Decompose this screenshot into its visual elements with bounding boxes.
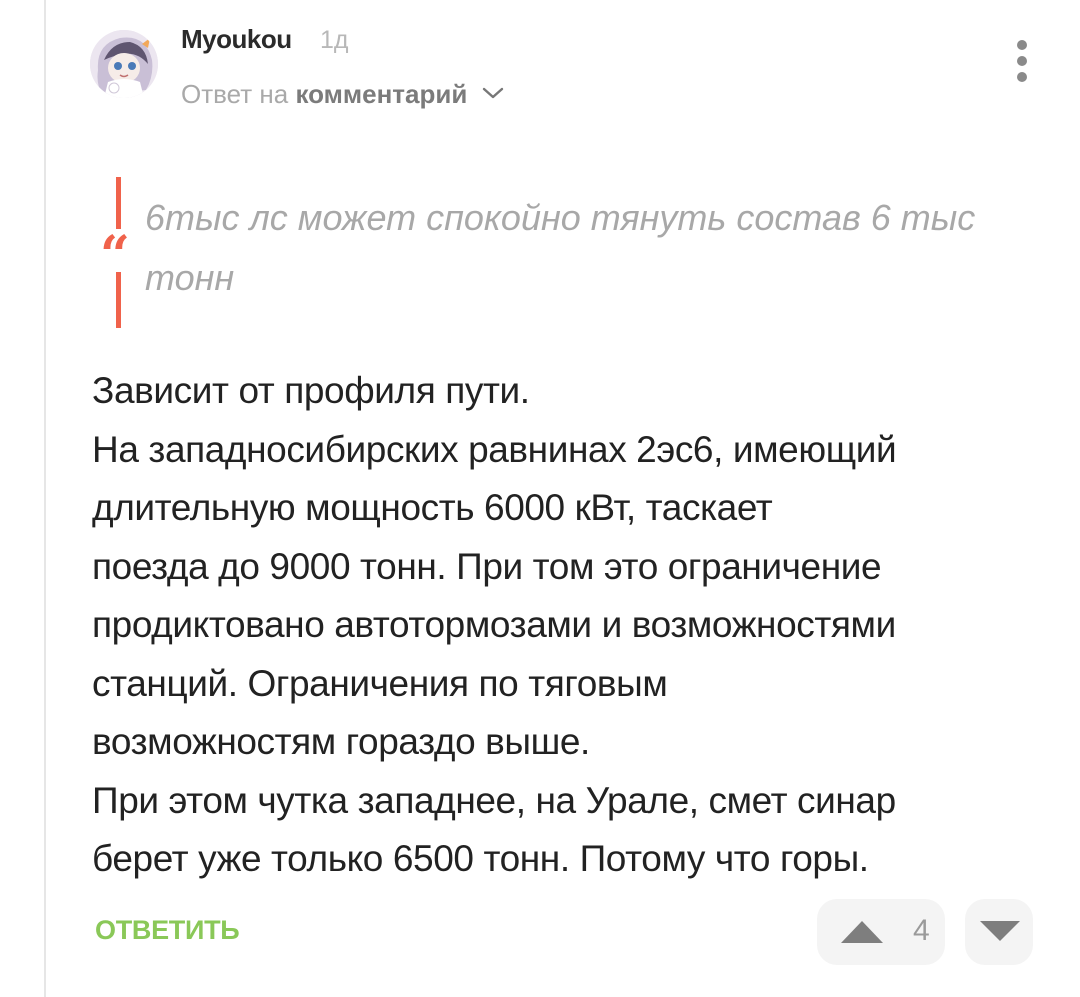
quote-bar (116, 177, 121, 229)
body-line: продиктовано автотормозами и возможностя… (92, 604, 896, 645)
body-line: поезда до 9000 тонн. При том это огранич… (92, 545, 882, 587)
avatar-image (90, 30, 158, 98)
rating-count: 4 (913, 914, 930, 947)
body-line: длительную мощность 6000 кВт, таскает (92, 487, 773, 528)
author-name[interactable]: Myoukou (181, 24, 292, 55)
menu-dot (1017, 72, 1027, 82)
body-line: станций. Ограничения по тяговым (92, 662, 668, 704)
quote-bar (116, 272, 121, 328)
avatar[interactable] (90, 30, 158, 98)
body-line: возможностям гораздо выше. (92, 721, 590, 762)
menu-dot (1017, 40, 1027, 50)
comment-body: Зависит от профиля пути. На западносибир… (92, 362, 1052, 889)
chevron-down-icon[interactable] (481, 85, 505, 101)
reply-to-prefix: Ответ на (181, 79, 296, 109)
menu-dot (1017, 56, 1027, 66)
more-menu-button[interactable] (1008, 40, 1036, 84)
body-line: берет уже только 6500 тонн. Потому что г… (92, 838, 869, 879)
thread-line (44, 0, 46, 997)
reply-to-line: Ответ на комментарий (181, 79, 505, 110)
downvote-button[interactable] (965, 899, 1033, 965)
body-line: Зависит от профиля пути. (92, 370, 530, 411)
triangle-down-icon (980, 921, 1020, 941)
reply-to-link[interactable]: комментарий (295, 79, 467, 109)
body-line: На западносибирских равнинах 2эс6, имеющ… (92, 428, 897, 470)
body-line: При этом чутка западнее, на Урале, смет … (92, 779, 896, 821)
quoted-text: 6тыс лс может спокойно тянуть состав 6 т… (145, 197, 976, 298)
quote-icon: “ (100, 225, 130, 286)
comment-time: 1д (320, 26, 349, 54)
reply-button[interactable]: ОТВЕТИТЬ (95, 915, 240, 946)
triangle-up-icon (841, 921, 883, 943)
upvote-button[interactable]: 4 (817, 899, 945, 965)
